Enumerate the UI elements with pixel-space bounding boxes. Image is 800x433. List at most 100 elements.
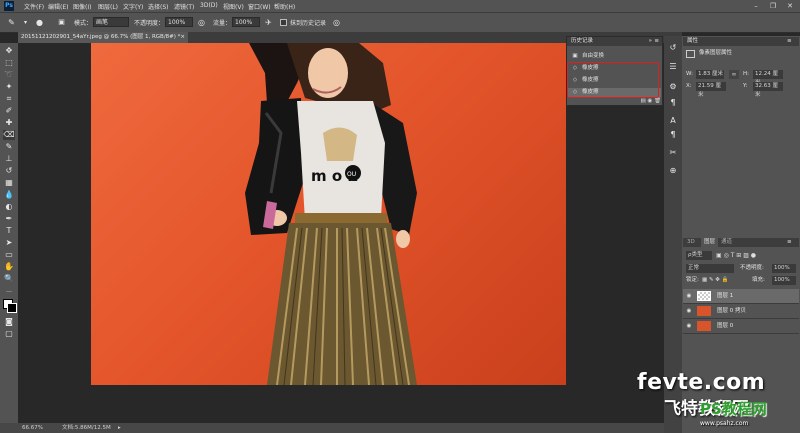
history-tab[interactable]: 历史记录 xyxy=(571,38,593,44)
dodge-tool-icon[interactable]: ◐ xyxy=(3,202,15,212)
zoom-tool-icon[interactable]: 🔍 xyxy=(3,274,15,284)
close-icon[interactable]: ✕ xyxy=(782,1,798,11)
layer-opacity-input[interactable]: 100% xyxy=(772,264,796,273)
paragraph-icon[interactable]: ¶ xyxy=(667,98,679,108)
tab-3d[interactable]: 3D xyxy=(687,238,695,247)
tool-presets-icon[interactable]: ✂ xyxy=(667,148,679,158)
preset-dropdown-icon[interactable]: ▾ xyxy=(20,17,31,28)
x-input[interactable]: 21.59 厘米 xyxy=(696,82,726,98)
airbrush-icon[interactable]: ✈ xyxy=(263,17,274,28)
brush-tool-icon[interactable]: ✎ xyxy=(3,142,15,152)
layer-thumbnail xyxy=(697,306,711,316)
status-bar: 66.67% 文档:5.86M/12.5M ▸ xyxy=(0,423,682,433)
pressure-size-icon[interactable]: ◎ xyxy=(331,17,342,28)
brush-settings-icon[interactable]: ⚙ xyxy=(667,82,679,92)
menu-help[interactable]: 帮助(H) xyxy=(274,2,295,11)
menu-file[interactable]: 文件(F) xyxy=(24,2,44,11)
properties-tab[interactable]: 属性 xyxy=(687,37,698,46)
new-snapshot-icon[interactable]: ◉ xyxy=(647,98,652,104)
history-menu-icon[interactable]: ≡ xyxy=(654,37,659,46)
erase-history-checkbox[interactable] xyxy=(280,19,287,26)
pen-tool-icon[interactable]: ✒ xyxy=(3,214,15,224)
lasso-tool-icon[interactable]: ➰ xyxy=(3,70,15,80)
y-input[interactable]: 32.63 厘米 xyxy=(753,82,783,98)
screen-mode-icon[interactable]: ▢ xyxy=(3,329,15,339)
eraser-tool-icon[interactable]: ⌫ xyxy=(3,130,15,140)
minimize-icon[interactable]: – xyxy=(748,1,764,11)
gradient-tool-icon[interactable]: ▦ xyxy=(3,178,15,188)
menu-select[interactable]: 选择(S) xyxy=(148,2,169,11)
background-color-swatch[interactable] xyxy=(7,303,17,313)
more-tools-icon[interactable]: … xyxy=(3,286,15,296)
quick-mask-icon[interactable]: ◙ xyxy=(3,317,15,327)
document-tab[interactable]: 20151121202901_54aYr.jpeg @ 66.7% (图层 1,… xyxy=(18,32,188,43)
history-item[interactable]: ▣ 自由变换 xyxy=(568,52,661,61)
history-panel-header: 历史记录 » ≡ xyxy=(567,37,662,46)
zoom-level[interactable]: 66.67% xyxy=(22,423,43,433)
hand-tool-icon[interactable]: ✋ xyxy=(3,262,15,272)
type-tool-icon[interactable]: T xyxy=(3,226,15,236)
flow-input[interactable]: 100% xyxy=(232,17,260,27)
eyedropper-tool-icon[interactable]: ✐ xyxy=(3,106,15,116)
delete-icon[interactable]: 🗑 xyxy=(654,98,661,104)
collapse-icon[interactable]: » xyxy=(649,37,652,46)
menu-3d[interactable]: 3D(D) xyxy=(200,2,218,9)
menu-image[interactable]: 图像(I) xyxy=(73,2,91,11)
close-tab-icon[interactable]: × xyxy=(180,32,185,43)
menu-edit[interactable]: 编辑(E) xyxy=(48,2,68,11)
document-image[interactable]: m o k OU xyxy=(91,43,566,385)
character-icon[interactable]: A xyxy=(667,116,679,126)
menu-view[interactable]: 视图(V) xyxy=(223,2,244,11)
layer-row[interactable]: ◉ 图层 0 xyxy=(683,319,799,334)
fill-input[interactable]: 100% xyxy=(772,276,796,285)
eraser-tool-preset-icon[interactable]: ✎ xyxy=(6,17,17,28)
tab-layers[interactable]: 图层 xyxy=(701,238,719,247)
w-input[interactable]: 1.83 厘米 xyxy=(696,70,724,79)
marquee-tool-icon[interactable]: ⬚ xyxy=(3,58,15,68)
move-tool-icon[interactable]: ✥ xyxy=(3,46,15,56)
shape-tool-icon[interactable]: ▭ xyxy=(3,250,15,260)
layer-row[interactable]: ◉ 图层 0 拷贝 xyxy=(683,304,799,319)
y-label: Y: xyxy=(743,83,748,89)
brush-panel-icon[interactable]: ▣ xyxy=(56,17,67,28)
restore-icon[interactable]: ❐ xyxy=(765,1,781,11)
blend-mode-select[interactable]: 正常 xyxy=(686,264,734,273)
lock-icons[interactable]: ▦ ✎ ✥ 🔒 xyxy=(702,276,729,285)
menu-filter[interactable]: 滤镜(T) xyxy=(174,2,194,11)
highlight-annotation xyxy=(567,62,659,98)
visibility-eye-icon[interactable]: ◉ xyxy=(685,319,693,333)
menu-layer[interactable]: 图层(L) xyxy=(98,2,118,11)
status-arrow-icon[interactable]: ▸ xyxy=(118,423,121,433)
path-select-tool-icon[interactable]: ➤ xyxy=(3,238,15,248)
x-label: X: xyxy=(686,83,692,89)
new-document-icon[interactable]: ▤ xyxy=(641,98,646,104)
opacity-input[interactable]: 100% xyxy=(165,17,193,27)
flow-label: 流量： xyxy=(213,20,232,27)
mode-select[interactable]: 画笔 xyxy=(93,17,129,27)
panel-menu-icon[interactable]: ≡ xyxy=(787,37,792,46)
h-input[interactable]: 12.24 厘米 xyxy=(753,70,783,86)
menu-type[interactable]: 文字(Y) xyxy=(123,2,143,11)
crop-tool-icon[interactable]: ⌗ xyxy=(3,94,15,104)
properties-panel-icon[interactable]: ☰ xyxy=(667,62,679,72)
visibility-eye-icon[interactable]: ◉ xyxy=(685,289,693,303)
blur-tool-icon[interactable]: 💧 xyxy=(3,190,15,200)
link-icon[interactable]: ∞ xyxy=(729,70,739,79)
paragraph-styles-icon[interactable]: ¶ xyxy=(667,130,679,140)
clone-stamp-tool-icon[interactable]: ⊥ xyxy=(3,154,15,164)
visibility-eye-icon[interactable]: ◉ xyxy=(685,304,693,318)
tab-channels[interactable]: 通道 xyxy=(721,238,732,247)
history-brush-tool-icon[interactable]: ↺ xyxy=(3,166,15,176)
quick-select-tool-icon[interactable]: ✦ xyxy=(3,82,15,92)
layer-row-selected[interactable]: ◉ 图层 1 xyxy=(683,289,799,304)
layers-menu-icon[interactable]: ≡ xyxy=(787,238,792,247)
layer-filter-icons[interactable]: ▣ ◎ T ⊞ ▨ ● xyxy=(716,251,796,260)
brush-size-icon[interactable]: ● xyxy=(34,17,45,28)
layer-kind-filter[interactable]: ρ类型 xyxy=(686,251,712,260)
layer-thumbnail xyxy=(697,291,711,301)
healing-tool-icon[interactable]: ✚ xyxy=(3,118,15,128)
pressure-opacity-icon[interactable]: ◎ xyxy=(196,17,207,28)
history-panel-icon[interactable]: ↺ xyxy=(667,43,679,53)
menu-window[interactable]: 窗口(W) xyxy=(248,2,271,11)
clone-source-icon[interactable]: ⊕ xyxy=(667,166,679,176)
